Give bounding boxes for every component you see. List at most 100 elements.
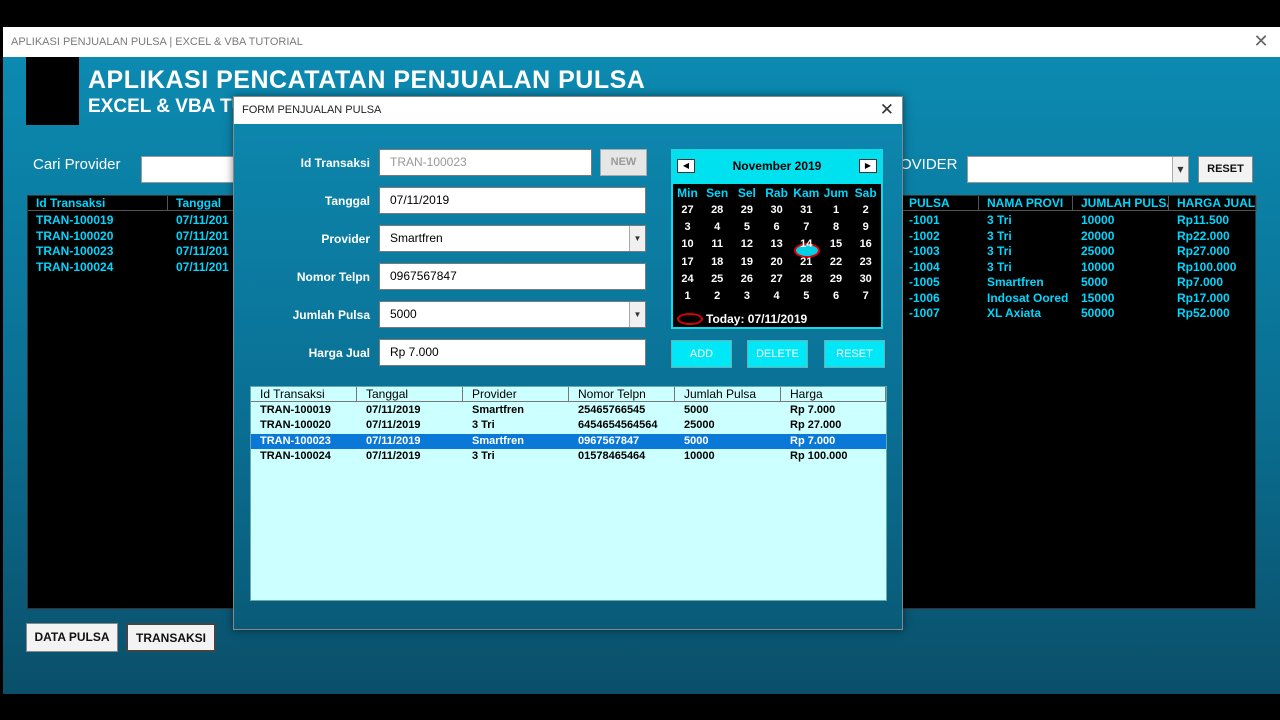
calendar-day[interactable]: 9 bbox=[851, 219, 880, 236]
dialog-close-icon[interactable]: ✕ bbox=[880, 101, 894, 119]
list-cell[interactable]: Smartfren bbox=[979, 275, 1073, 290]
id-field[interactable]: TRAN-100023 bbox=[379, 149, 592, 176]
list-cell[interactable]: Rp52.000 bbox=[1169, 306, 1257, 321]
calendar-day[interactable]: 2 bbox=[703, 288, 732, 305]
list-cell[interactable]: 50000 bbox=[1073, 306, 1169, 321]
list-cell[interactable]: TRAN-100020 bbox=[28, 229, 168, 244]
list-cell[interactable]: 5000 bbox=[1073, 275, 1169, 290]
calendar-day[interactable]: 23 bbox=[851, 254, 880, 271]
column-header[interactable]: HARGA JUAL bbox=[1169, 196, 1257, 211]
nomor-field[interactable]: 0967567847 bbox=[379, 263, 646, 290]
calendar-day[interactable]: 1 bbox=[673, 288, 702, 305]
list-cell[interactable]: Rp17.000 bbox=[1169, 291, 1257, 306]
list-cell[interactable]: -1003 bbox=[901, 244, 979, 259]
calendar-day[interactable]: 22 bbox=[822, 254, 851, 271]
table-row[interactable]: TRAN-100024 07/11/2019 3 Tri 01578465464 100… bbox=[251, 449, 886, 464]
list-cell[interactable]: Rp27.000 bbox=[1169, 244, 1257, 259]
window-close-icon[interactable]: ✕ bbox=[1252, 33, 1270, 51]
calendar-day[interactable]: 15 bbox=[822, 236, 851, 253]
list-cell[interactable]: TRAN-100023 bbox=[28, 244, 168, 259]
prev-month-icon[interactable]: ◀ bbox=[677, 159, 695, 173]
grid-column-header[interactable]: Tanggal bbox=[357, 387, 463, 402]
table-row[interactable]: TRAN-100020 07/11/2019 3 Tri 6454654564564 2… bbox=[251, 418, 886, 433]
main-reset-button[interactable]: RESET bbox=[1198, 156, 1253, 183]
list-cell[interactable]: 15000 bbox=[1073, 291, 1169, 306]
pulsa-list[interactable]: PULSA NAMA PROVI JUMLAH PULSA HARGA JUAL… bbox=[900, 195, 1257, 609]
calendar-day[interactable]: 14 bbox=[792, 236, 821, 253]
calendar[interactable]: November 2019 ◀ ▶ Min Sen Sel Rab Kam Jum Sab 2… bbox=[671, 149, 883, 329]
chevron-down-icon[interactable]: ▼ bbox=[629, 302, 645, 327]
calendar-day[interactable]: 30 bbox=[762, 202, 791, 219]
list-cell[interactable]: 10000 bbox=[1073, 213, 1169, 228]
list-cell[interactable]: TRAN-100024 bbox=[28, 260, 168, 275]
calendar-day[interactable]: 20 bbox=[762, 254, 791, 271]
calendar-day[interactable]: 7 bbox=[851, 288, 880, 305]
column-header[interactable]: Tanggal bbox=[168, 196, 238, 211]
new-button[interactable]: NEW bbox=[600, 149, 647, 176]
calendar-today[interactable]: Today: 07/11/2019 bbox=[706, 312, 807, 326]
transaction-grid[interactable]: Id Transaksi Tanggal Provider Nomor Telpn Ju… bbox=[250, 386, 887, 601]
calendar-day[interactable]: 13 bbox=[762, 236, 791, 253]
transaction-list[interactable]: Id Transaksi Tanggal TRAN-100019 07/11/20… bbox=[27, 195, 238, 609]
calendar-day[interactable]: 2 bbox=[851, 202, 880, 219]
list-cell[interactable]: XL Axiata bbox=[979, 306, 1073, 321]
list-cell[interactable]: Indosat Oored bbox=[979, 291, 1073, 306]
calendar-day[interactable]: 4 bbox=[762, 288, 791, 305]
data-pulsa-button[interactable]: DATA PULSA bbox=[26, 623, 118, 652]
calendar-day[interactable]: 31 bbox=[792, 202, 821, 219]
provider-filter-select[interactable]: ▼ bbox=[967, 156, 1189, 183]
list-cell[interactable]: -1005 bbox=[901, 275, 979, 290]
list-cell[interactable]: Rp22.000 bbox=[1169, 229, 1257, 244]
list-cell[interactable]: 25000 bbox=[1073, 244, 1169, 259]
calendar-day[interactable]: 1 bbox=[822, 202, 851, 219]
calendar-day[interactable]: 5 bbox=[792, 288, 821, 305]
calendar-day[interactable]: 6 bbox=[822, 288, 851, 305]
column-header[interactable]: Id Transaksi bbox=[28, 196, 168, 211]
calendar-day[interactable]: 17 bbox=[673, 254, 702, 271]
calendar-day[interactable]: 28 bbox=[703, 202, 732, 219]
chevron-down-icon[interactable]: ▼ bbox=[629, 226, 645, 251]
list-cell[interactable]: 3 Tri bbox=[979, 244, 1073, 259]
column-header[interactable]: PULSA bbox=[901, 196, 979, 211]
grid-column-header[interactable]: Harga bbox=[781, 387, 886, 402]
grid-column-header[interactable]: Nomor Telpn bbox=[569, 387, 675, 402]
column-header[interactable]: JUMLAH PULSA bbox=[1073, 196, 1169, 211]
calendar-day[interactable]: 29 bbox=[732, 202, 761, 219]
calendar-day[interactable]: 27 bbox=[673, 202, 702, 219]
jumlah-select[interactable]: 5000 ▼ bbox=[379, 301, 646, 328]
list-cell[interactable]: 3 Tri bbox=[979, 229, 1073, 244]
calendar-day[interactable]: 8 bbox=[822, 219, 851, 236]
chevron-down-icon[interactable]: ▼ bbox=[1172, 157, 1188, 182]
table-row[interactable]: TRAN-100019 07/11/2019 Smartfren 2546576654… bbox=[251, 403, 886, 418]
list-cell[interactable]: 07/11/201 bbox=[168, 213, 238, 228]
column-header[interactable]: NAMA PROVI bbox=[979, 196, 1073, 211]
calendar-day[interactable]: 26 bbox=[732, 271, 761, 288]
list-cell[interactable]: 10000 bbox=[1073, 260, 1169, 275]
calendar-day[interactable]: 16 bbox=[851, 236, 880, 253]
transaksi-button[interactable]: TRANSAKSI bbox=[126, 623, 216, 652]
grid-column-header[interactable]: Id Transaksi bbox=[251, 387, 357, 402]
calendar-day[interactable]: 24 bbox=[673, 271, 702, 288]
calendar-day[interactable]: 3 bbox=[673, 219, 702, 236]
search-input[interactable] bbox=[141, 156, 241, 183]
reset-button[interactable]: RESET bbox=[824, 340, 885, 368]
list-cell[interactable]: Rp11.500 bbox=[1169, 213, 1257, 228]
add-button[interactable]: ADD bbox=[671, 340, 732, 368]
list-cell[interactable]: Rp7.000 bbox=[1169, 275, 1257, 290]
next-month-icon[interactable]: ▶ bbox=[859, 159, 877, 173]
list-cell[interactable]: 07/11/201 bbox=[168, 244, 238, 259]
list-cell[interactable]: -1001 bbox=[901, 213, 979, 228]
calendar-day[interactable]: 12 bbox=[732, 236, 761, 253]
list-cell[interactable]: Rp100.000 bbox=[1169, 260, 1257, 275]
provider-select[interactable]: Smartfren ▼ bbox=[379, 225, 646, 252]
list-cell[interactable]: 3 Tri bbox=[979, 213, 1073, 228]
calendar-day[interactable]: 3 bbox=[732, 288, 761, 305]
calendar-day[interactable]: 30 bbox=[851, 271, 880, 288]
list-cell[interactable]: 3 Tri bbox=[979, 260, 1073, 275]
calendar-day[interactable]: 7 bbox=[792, 219, 821, 236]
calendar-day[interactable]: 11 bbox=[703, 236, 732, 253]
list-cell[interactable]: -1002 bbox=[901, 229, 979, 244]
list-cell[interactable]: -1007 bbox=[901, 306, 979, 321]
list-cell[interactable]: 07/11/201 bbox=[168, 260, 238, 275]
harga-field[interactable]: Rp 7.000 bbox=[379, 339, 646, 366]
